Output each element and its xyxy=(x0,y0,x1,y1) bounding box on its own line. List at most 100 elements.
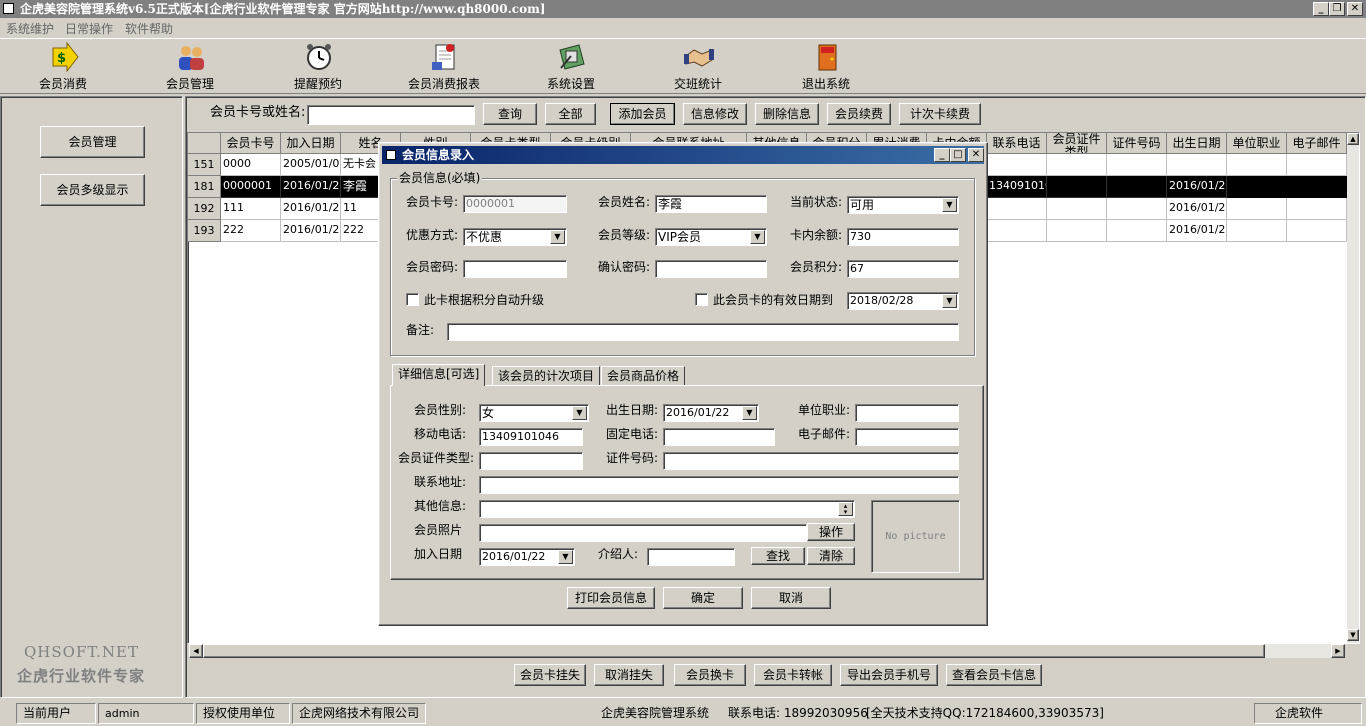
cell-id-no[interactable] xyxy=(1107,176,1167,198)
cell-job[interactable] xyxy=(1227,154,1287,176)
menu-system[interactable]: 系统维护 xyxy=(6,20,54,37)
expiry-date-picker[interactable]: 2018/02/28 ▼ xyxy=(847,292,959,310)
cell-birth[interactable]: 2016/01/27 xyxy=(1167,198,1227,220)
chevron-down-icon[interactable]: ▼ xyxy=(750,230,765,244)
cell-id-type[interactable] xyxy=(1047,220,1107,242)
find-button[interactable]: 查找 xyxy=(751,547,805,565)
scroll-right-arrow[interactable]: ▶ xyxy=(1331,644,1345,658)
mobile-field[interactable]: 13409101046 xyxy=(479,428,583,446)
chevron-down-icon[interactable]: ▼ xyxy=(742,406,757,420)
cell-card-no[interactable]: 0000 xyxy=(221,154,281,176)
cancel-button[interactable]: 取消 xyxy=(751,587,831,609)
tab-detail-info[interactable]: 详细信息[可选] xyxy=(392,364,486,386)
tab-product-price[interactable]: 会员商品价格 xyxy=(601,366,686,386)
cell-email[interactable] xyxy=(1287,154,1347,176)
password-field[interactable] xyxy=(463,260,567,278)
col-card-no[interactable]: 会员卡号 xyxy=(221,133,281,154)
cancel-lost-button[interactable]: 取消挂失 xyxy=(594,664,664,686)
cell-card-no[interactable]: 0000001 xyxy=(221,176,281,198)
cell-phone[interactable]: 134091010 xyxy=(987,176,1047,198)
card-transfer-button[interactable]: 会员卡转帐 xyxy=(754,664,832,686)
add-member-button[interactable]: 添加会员 xyxy=(610,103,675,125)
name-field[interactable]: 李霞 xyxy=(655,195,767,213)
fixed-phone-field[interactable] xyxy=(663,428,775,446)
confirm-password-field[interactable] xyxy=(655,260,767,278)
cell-phone[interactable] xyxy=(987,198,1047,220)
birth-date-picker[interactable]: 2016/01/22 ▼ xyxy=(663,404,759,422)
cell-join-date[interactable]: 2016/01/27 xyxy=(281,198,341,220)
auto-upgrade-checkbox[interactable] xyxy=(406,293,419,306)
cell-birth[interactable]: 2016/01/27 xyxy=(1167,220,1227,242)
horizontal-scrollbar-track[interactable]: ◀ ▶ xyxy=(189,644,1345,658)
cell-phone[interactable] xyxy=(987,220,1047,242)
minimize-button[interactable]: _ xyxy=(1313,2,1329,16)
card-no-field[interactable]: 0000001 xyxy=(463,195,567,213)
cell-id-no[interactable] xyxy=(1107,154,1167,176)
cell-id-type[interactable] xyxy=(1047,176,1107,198)
col-join-date[interactable]: 加入日期 xyxy=(281,133,341,154)
dialog-maximize-button[interactable]: □ xyxy=(950,148,966,162)
count-card-renew-button[interactable]: 计次卡续费 xyxy=(899,103,981,125)
search-input[interactable] xyxy=(307,105,475,125)
report-lost-button[interactable]: 会员卡挂失 xyxy=(514,664,586,686)
expiry-checkbox[interactable] xyxy=(695,293,708,306)
cell-phone[interactable] xyxy=(987,154,1047,176)
vertical-scrollbar[interactable]: ▲ ▼ xyxy=(1347,133,1359,643)
cell-birth[interactable] xyxy=(1167,154,1227,176)
scroll-left-arrow[interactable]: ◀ xyxy=(189,644,203,658)
level-select[interactable]: VIP会员 ▼ xyxy=(655,228,767,246)
photo-operate-button[interactable]: 操作 xyxy=(807,523,855,541)
delete-info-button[interactable]: 删除信息 xyxy=(755,103,819,125)
cell-join-date[interactable]: 2016/01/27 xyxy=(281,220,341,242)
col-phone[interactable]: 联系电话 xyxy=(987,133,1047,154)
sidebar-item-multi-level[interactable]: 会员多级显示 xyxy=(40,174,145,206)
cell-join-date[interactable]: 2016/01/22 xyxy=(281,176,341,198)
chevron-down-icon[interactable]: ▼ xyxy=(942,198,957,212)
referrer-field[interactable] xyxy=(647,548,735,566)
toolbar-member-manage[interactable]: 会员管理 xyxy=(140,42,240,92)
sidebar-item-member-manage[interactable]: 会员管理 xyxy=(40,126,145,158)
scroll-up-arrow[interactable]: ▲ xyxy=(1347,133,1359,145)
tab-count-items[interactable]: 该会员的计次项目 xyxy=(492,366,601,386)
cell-card-no[interactable]: 222 xyxy=(221,220,281,242)
discount-select[interactable]: 不优惠 ▼ xyxy=(463,228,567,246)
address-field[interactable] xyxy=(479,476,959,494)
edit-info-button[interactable]: 信息修改 xyxy=(683,103,747,125)
col-birth[interactable]: 出生日期 xyxy=(1167,133,1227,154)
chevron-down-icon[interactable]: ▼ xyxy=(572,406,587,420)
menu-daily[interactable]: 日常操作 xyxy=(65,20,113,37)
restore-button[interactable]: ❐ xyxy=(1329,2,1345,16)
job-field[interactable] xyxy=(855,404,959,422)
scroll-down-arrow[interactable]: ▼ xyxy=(1347,629,1359,641)
points-field[interactable]: 67 xyxy=(847,260,959,278)
col-id-type[interactable]: 会员证件类型 xyxy=(1047,133,1107,154)
col-job[interactable]: 单位职业 xyxy=(1227,133,1287,154)
row-header[interactable]: 192 xyxy=(188,198,221,220)
chevron-down-icon[interactable]: ▼ xyxy=(550,230,565,244)
photo-box[interactable]: No picture xyxy=(871,500,960,573)
row-header[interactable]: 193 xyxy=(188,220,221,242)
other-info-field[interactable]: ▴ ▾ xyxy=(479,500,855,518)
state-select[interactable]: 可用 ▼ xyxy=(847,196,959,214)
close-button[interactable]: ✕ xyxy=(1347,2,1363,16)
cell-email[interactable] xyxy=(1287,220,1347,242)
change-card-button[interactable]: 会员换卡 xyxy=(674,664,746,686)
col-id-no[interactable]: 证件号码 xyxy=(1107,133,1167,154)
toolbar-consume-report[interactable]: 会员消费报表 xyxy=(394,42,494,92)
cell-id-no[interactable] xyxy=(1107,220,1167,242)
remark-field[interactable] xyxy=(447,323,959,341)
balance-field[interactable]: 730 xyxy=(847,228,959,246)
cell-join-date[interactable]: 2005/01/01 xyxy=(281,154,341,176)
print-member-button[interactable]: 打印会员信息 xyxy=(567,587,655,609)
toolbar-shift-stats[interactable]: 交班统计 xyxy=(648,42,748,92)
cell-id-no[interactable] xyxy=(1107,198,1167,220)
cell-email[interactable] xyxy=(1287,198,1347,220)
confirm-button[interactable]: 确定 xyxy=(663,587,743,609)
chevron-down-icon[interactable]: ▼ xyxy=(558,550,573,564)
dialog-minimize-button[interactable]: _ xyxy=(934,148,950,162)
chevron-down-icon[interactable]: ▼ xyxy=(942,294,957,308)
photo-path-field[interactable] xyxy=(479,524,807,542)
spin-icon[interactable]: ▴ ▾ xyxy=(838,502,853,516)
view-card-info-button[interactable]: 查看会员卡信息 xyxy=(946,664,1042,686)
cell-id-type[interactable] xyxy=(1047,198,1107,220)
